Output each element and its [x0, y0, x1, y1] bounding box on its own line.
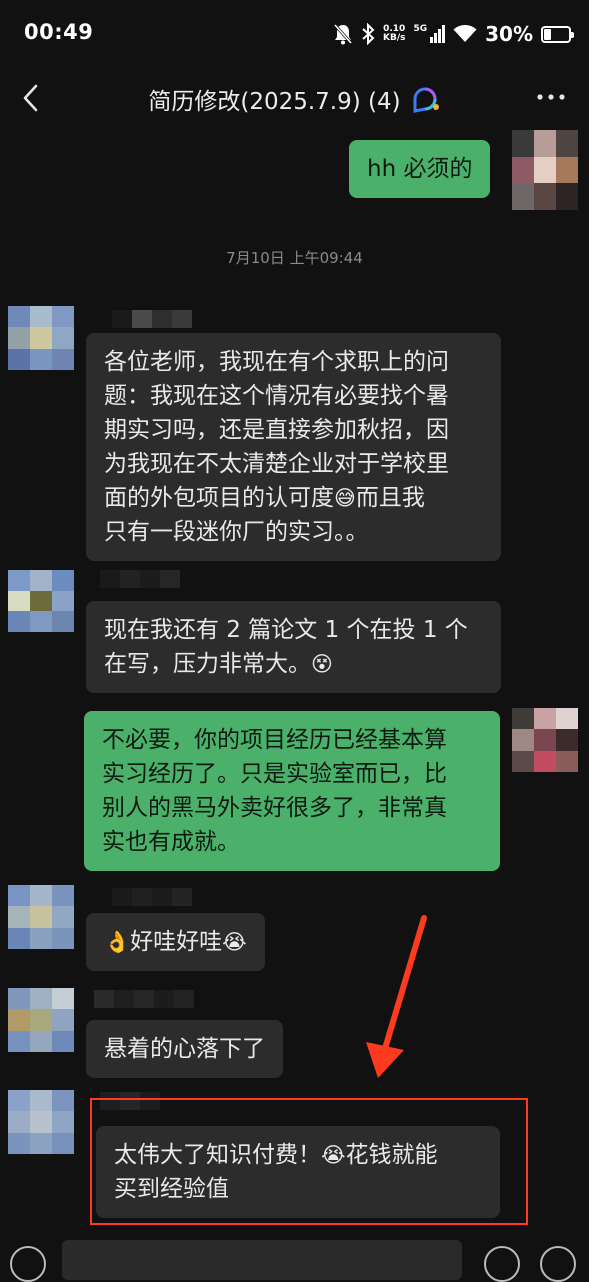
message-bubble-incoming[interactable]: 各位老师，我现在有个求职上的问 题：我现在这个情况有必要找个暑 期实习吗，还是直…: [86, 333, 501, 561]
message-line: 实也有成就。: [102, 829, 240, 855]
group-chat-icon: [413, 87, 439, 113]
emoji-button[interactable]: [484, 1246, 520, 1282]
message-text: 悬着的心落下了: [104, 1036, 265, 1062]
ok-hand-emoji: 👌: [104, 930, 131, 954]
annotation-arrow-icon: [366, 915, 427, 1078]
battery-percent: 30%: [485, 22, 533, 46]
message-line: 实习经历了。只是实验室而已，比: [102, 761, 447, 787]
more-icon: [537, 94, 565, 100]
chat-title: 简历修改(2025.7.9) (4): [148, 89, 401, 115]
avatar[interactable]: [8, 885, 74, 949]
message-line: 不必要，你的项目经历已经基本算: [102, 727, 447, 753]
message-line: 别人的黑马外卖好很多了，非常真: [102, 795, 447, 821]
net-speed: 0.10 KB/s: [382, 24, 406, 43]
message-bubble-incoming[interactable]: 悬着的心落下了: [86, 1020, 283, 1078]
message-bubble-incoming[interactable]: 现在我还有 2 篇论文 1 个在投 1 个 在写，压力非常大。😵: [86, 601, 501, 693]
mute-icon: [333, 24, 353, 45]
message-text: hh 必须的: [367, 156, 473, 182]
sender-name-blurred: [112, 888, 192, 906]
message-line: 只有一段迷你厂的实习。。: [104, 519, 369, 545]
battery-icon: [541, 25, 574, 43]
sweat-smile-emoji: 😅: [334, 486, 356, 510]
plus-button[interactable]: [540, 1246, 576, 1282]
message-line: 现在我还有 2 篇论文 1 个在投 1 个: [104, 617, 468, 643]
avatar[interactable]: [8, 988, 74, 1052]
status-time: 00:49: [24, 20, 94, 44]
status-bar: 00:49 0.10 KB/s 5G 30%: [0, 0, 589, 68]
sender-name-blurred: [94, 990, 194, 1008]
message-bubble-outgoing[interactable]: 不必要，你的项目经历已经基本算 实习经历了。只是实验室而已，比 别人的黑马外卖好…: [84, 711, 500, 871]
message-line: 面的外包项目的认可度😅而且我: [104, 485, 425, 511]
loudly-crying-emoji: 😭: [222, 930, 247, 954]
battery-fill: [544, 28, 551, 40]
avatar[interactable]: [8, 570, 74, 632]
message-bubble-outgoing[interactable]: hh 必须的: [349, 140, 491, 198]
avatar[interactable]: [8, 306, 74, 370]
message-line: 各位老师，我现在有个求职上的问: [104, 349, 449, 375]
message-line: 为我现在不太清楚企业对于学校里: [104, 451, 449, 477]
voice-button[interactable]: [10, 1246, 46, 1282]
message-bubble-incoming[interactable]: 👌好哇好哇😭: [86, 913, 265, 971]
more-button[interactable]: [531, 82, 571, 112]
avatar[interactable]: [8, 1090, 74, 1154]
avatar[interactable]: [512, 708, 578, 772]
message-input[interactable]: [62, 1240, 462, 1280]
dizzy-face-emoji: 😵: [311, 652, 333, 676]
message-timestamp: 7月10日 上午09:44: [226, 249, 363, 267]
avatar[interactable]: [512, 130, 578, 210]
sender-name-blurred: [100, 570, 180, 588]
signal-icon: 5G: [413, 25, 446, 43]
message-text: 好哇好哇: [130, 929, 223, 955]
message-line: 在写，压力非常大。😵: [104, 651, 333, 677]
message-line: 题：我现在这个情况有必要找个暑: [104, 383, 449, 409]
chat-title-container[interactable]: 简历修改(2025.7.9) (4): [0, 82, 589, 116]
chat-header: 简历修改(2025.7.9) (4): [0, 68, 589, 128]
highlight-box: [90, 1098, 528, 1225]
input-bar: [0, 1232, 589, 1282]
sender-name-blurred: [112, 310, 192, 328]
message-line: 期实习吗，还是直接参加秋招，因: [104, 417, 449, 443]
bluetooth-icon: [362, 23, 375, 45]
status-icons: 0.10 KB/s 5G 30%: [333, 18, 574, 50]
wifi-icon: [453, 25, 477, 42]
